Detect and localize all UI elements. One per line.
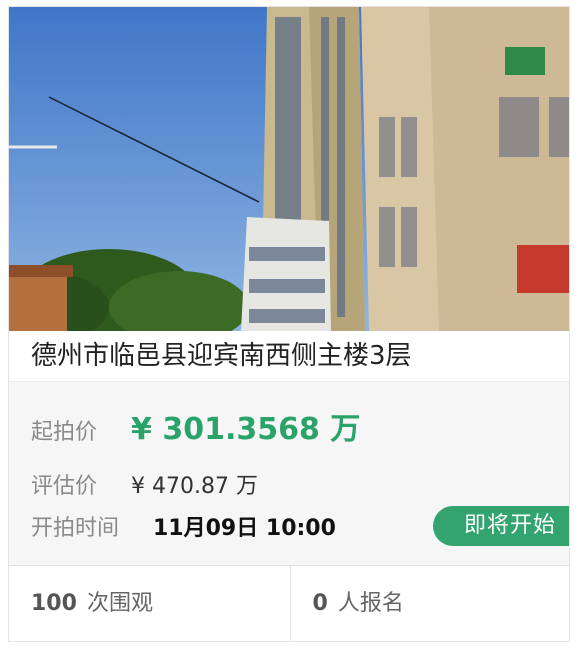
views-label: 次围观 — [86, 591, 153, 616]
signups-count: 0 — [312, 591, 328, 616]
listing-title[interactable]: 德州市临邑县迎宾南西侧主楼3层 — [9, 331, 569, 381]
eval-price-row: 评估价 ¥ 470.87 万 — [31, 468, 258, 500]
signups-stat: 0 人报名 — [289, 566, 570, 641]
status-badge[interactable]: 即将开始 — [433, 506, 569, 546]
start-price-label: 起拍价 — [31, 420, 98, 445]
signups-label: 人报名 — [337, 591, 404, 616]
eval-price-value: ¥ 470.87 万 — [131, 474, 258, 499]
stats-bar: 100 次围观 0 人报名 — [9, 565, 570, 641]
start-time-value: 11月09日 10:00 — [153, 516, 336, 541]
start-price-row: 起拍价 ¥ 301.3568 万 — [31, 404, 360, 448]
views-stat: 100 次围观 — [9, 566, 290, 641]
eval-price-label: 评估价 — [31, 474, 98, 499]
building-photo — [9, 7, 569, 331]
start-time-row: 开拍时间 11月09日 10:00 — [31, 510, 336, 542]
views-count: 100 — [31, 591, 77, 616]
start-time-label: 开拍时间 — [31, 516, 120, 541]
auction-card[interactable]: 德州市临邑县迎宾南西侧主楼3层 起拍价 ¥ 301.3568 万 评估价 ¥ 4… — [8, 6, 570, 642]
start-price-value: ¥ 301.3568 万 — [131, 412, 361, 447]
price-info-panel: 起拍价 ¥ 301.3568 万 评估价 ¥ 470.87 万 开拍时间 11月… — [9, 381, 569, 566]
